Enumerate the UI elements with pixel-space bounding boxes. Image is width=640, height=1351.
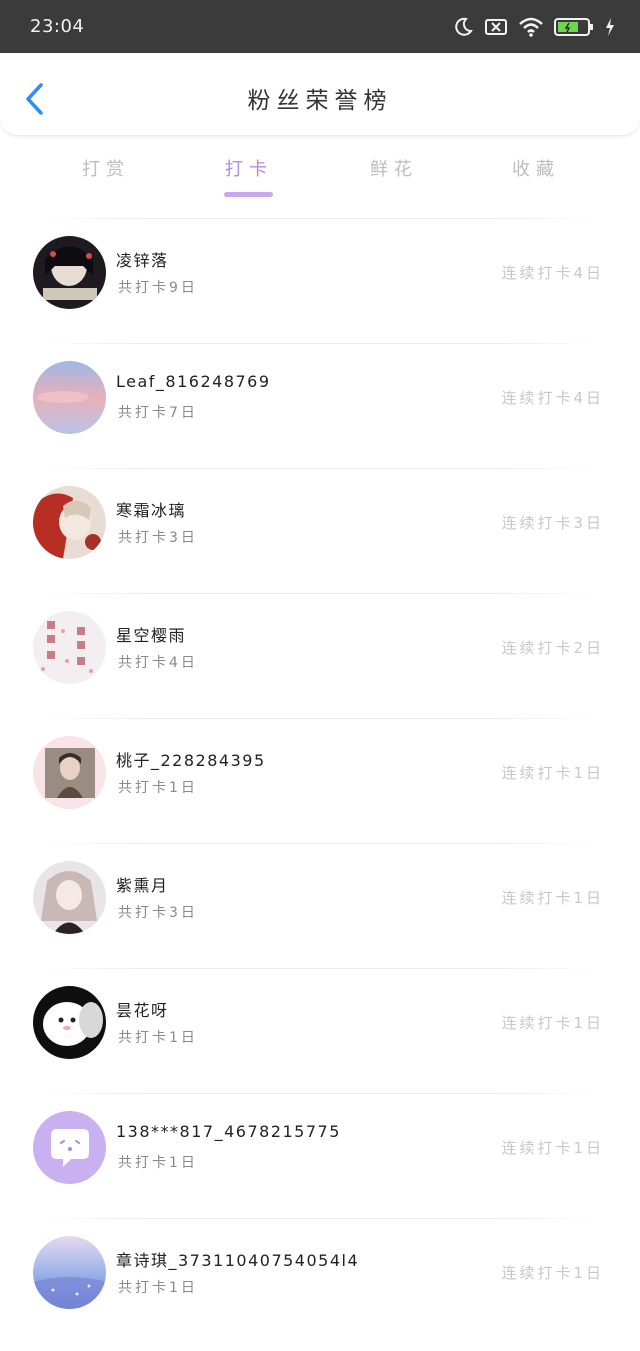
fan-total-checkins: 共打卡9日: [118, 280, 198, 296]
fan-total-checkins: 共打卡1日: [118, 1030, 198, 1046]
list-item[interactable]: 昙花呀 共打卡1日 连续打卡1日: [0, 969, 640, 1093]
fan-name: 章诗琪_37311040754054l4: [116, 1251, 360, 1270]
list-item[interactable]: 凌锌落 共打卡9日 连续打卡4日: [0, 219, 640, 343]
status-icons: [452, 16, 616, 38]
fan-total-checkins: 共打卡3日: [118, 905, 198, 921]
moon-icon: [455, 17, 473, 36]
fan-streak: 连续打卡3日: [501, 514, 604, 532]
fan-streak: 连续打卡4日: [501, 389, 604, 407]
avatar: [33, 1236, 106, 1309]
wifi-icon: [519, 17, 543, 37]
no-sim-icon: [485, 18, 507, 35]
tab-bar: 打赏 打卡 鲜花 收藏: [0, 135, 640, 205]
list-item[interactable]: 章诗琪_37311040754054l4 共打卡1日 连续打卡1日: [0, 1219, 640, 1343]
fan-streak: 连续打卡2日: [501, 639, 604, 657]
avatar: [33, 486, 106, 559]
avatar: [33, 986, 106, 1059]
fan-total-checkins: 共打卡1日: [118, 780, 198, 796]
avatar: [33, 361, 106, 434]
fan-name: 昙花呀: [116, 1001, 169, 1020]
list-item[interactable]: 紫熏月 共打卡3日 连续打卡1日: [0, 844, 640, 968]
page-title: 粉丝荣誉榜: [247, 88, 393, 114]
fan-total-checkins: 共打卡7日: [118, 405, 198, 421]
fan-streak: 连续打卡1日: [501, 889, 604, 907]
list-item[interactable]: Leaf_816248769 共打卡7日 连续打卡4日: [0, 344, 640, 468]
fan-streak: 连续打卡1日: [501, 764, 604, 782]
avatar: [33, 861, 106, 934]
fan-name: Leaf_816248769: [116, 372, 271, 391]
header: 粉丝荣誉榜: [0, 53, 640, 136]
charging-icon: [606, 17, 614, 36]
list-item[interactable]: 桃子_228284395 共打卡1日 连续打卡1日: [0, 719, 640, 843]
list-item[interactable]: 寒霜冰璃 共打卡3日 连续打卡3日: [0, 469, 640, 593]
fan-name: 星空樱雨: [116, 626, 187, 645]
fan-total-checkins: 共打卡1日: [118, 1155, 198, 1171]
fan-total-checkins: 共打卡4日: [118, 655, 198, 671]
fan-streak: 连续打卡1日: [501, 1139, 604, 1157]
list-item[interactable]: 星空樱雨 共打卡4日 连续打卡2日: [0, 594, 640, 718]
tab-tip[interactable]: 打赏: [61, 155, 151, 181]
tab-checkin[interactable]: 打卡: [204, 155, 294, 181]
avatar: [33, 236, 106, 309]
fan-streak: 连续打卡1日: [501, 1014, 604, 1032]
default-avatar-icon: [33, 1111, 106, 1184]
fan-total-checkins: 共打卡3日: [118, 530, 198, 546]
active-tab-indicator: [224, 192, 273, 197]
fan-name: 紫熏月: [116, 876, 169, 895]
fan-name: 桃子_228284395: [116, 751, 266, 770]
avatar: [33, 611, 106, 684]
avatar: [33, 736, 106, 809]
fan-streak: 连续打卡4日: [501, 264, 604, 282]
fan-name: 138***817_4678215775: [116, 1122, 341, 1141]
tab-favorites[interactable]: 收藏: [491, 155, 581, 181]
fan-total-checkins: 共打卡1日: [118, 1280, 198, 1296]
tab-flowers[interactable]: 鲜花: [349, 155, 439, 181]
fan-name: 凌锌落: [116, 251, 169, 270]
status-bar: 23:04: [0, 0, 640, 53]
fan-list: 凌锌落 共打卡9日 连续打卡4日 Leaf_816248769 共打卡7日 连续…: [0, 218, 640, 1343]
battery-icon: [554, 17, 593, 36]
status-time: 23:04: [30, 16, 85, 37]
fan-name: 寒霜冰璃: [116, 501, 187, 520]
list-item[interactable]: 138***817_4678215775 共打卡1日 连续打卡1日: [0, 1094, 640, 1218]
avatar: [33, 1111, 106, 1184]
fan-streak: 连续打卡1日: [501, 1264, 604, 1282]
